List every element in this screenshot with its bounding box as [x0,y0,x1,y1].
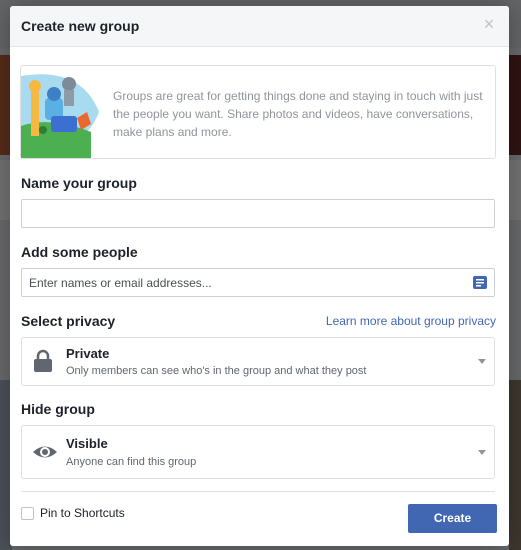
privacy-select[interactable]: Private Only members can see who's in th… [21,337,495,386]
chevron-down-icon [478,450,486,455]
pin-label: Pin to Shortcuts [40,506,125,520]
add-people-input[interactable] [22,269,476,296]
chevron-down-icon [478,359,486,364]
add-people-field[interactable] [21,268,495,297]
name-group-label: Name your group [21,175,137,191]
select-privacy-label: Select privacy [21,313,116,329]
close-icon[interactable]: × [481,15,497,33]
eye-icon [33,446,57,458]
intro-description: Groups are great for getting things done… [113,89,483,139]
contacts-icon[interactable] [473,276,487,290]
group-name-input[interactable] [22,200,476,227]
dialog-header: Create new group × [10,6,509,47]
footer-divider [21,491,495,492]
groups-intro-box: Groups are great for getting things done… [20,65,496,159]
pin-checkbox[interactable] [21,506,34,520]
hide-group-label: Hide group [21,401,95,417]
privacy-subtitle: Only members can see who's in the group … [66,365,367,377]
dialog-title: Create new group [21,18,140,34]
visibility-title: Visible [66,436,108,451]
create-button[interactable]: Create [408,504,497,533]
visibility-select[interactable]: Visible Anyone can find this group [21,425,495,479]
privacy-help-link[interactable]: Learn more about group privacy [326,314,496,328]
visibility-subtitle: Anyone can find this group [66,456,197,468]
lock-icon [34,349,52,372]
groups-illustration [21,74,99,158]
privacy-title: Private [66,346,110,361]
create-group-dialog: Create new group × Groups are great for … [10,6,509,546]
group-name-field[interactable] [21,199,495,228]
pin-to-shortcuts[interactable]: Pin to Shortcuts [21,506,125,520]
add-people-label: Add some people [21,244,138,260]
